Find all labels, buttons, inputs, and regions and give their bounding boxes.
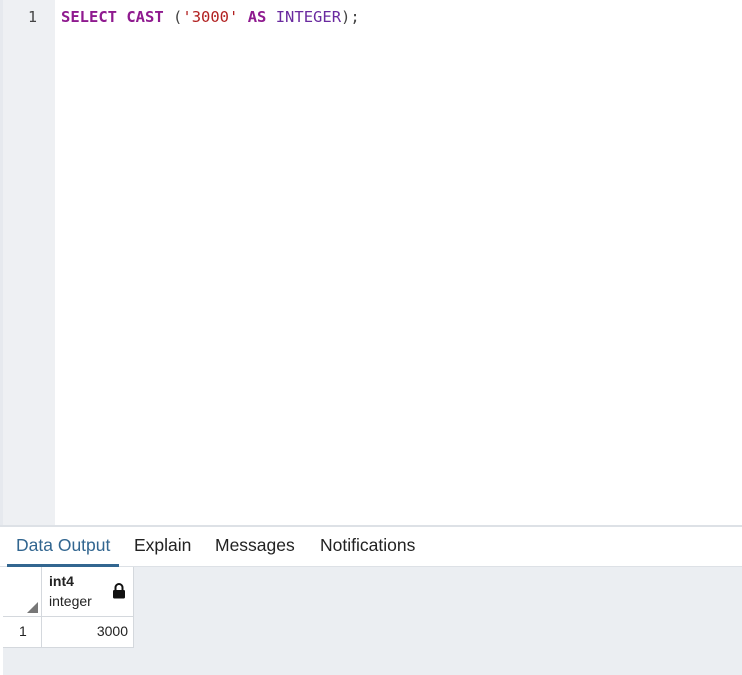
lock-icon: [113, 583, 125, 599]
type-name: INTEGER: [275, 8, 342, 26]
cell-value: 3000: [96, 623, 128, 639]
tab-data-output[interactable]: Data Output: [7, 527, 120, 567]
column-name: int4: [49, 573, 74, 589]
row-number-cell[interactable]: 1: [3, 617, 42, 648]
column-header[interactable]: int4 integer: [42, 567, 134, 617]
select-all-corner[interactable]: [3, 567, 42, 617]
data-output-grid: int4 integer 1 3000: [3, 567, 742, 675]
table-cell[interactable]: 3000: [42, 617, 134, 648]
row-number: 1: [19, 623, 27, 639]
line-number-gutter: 1: [3, 0, 55, 525]
keyword-as: AS: [247, 8, 267, 26]
tab-messages[interactable]: Messages: [206, 527, 304, 564]
tab-notifications[interactable]: Notifications: [311, 527, 424, 564]
keyword-cast: CAST: [126, 8, 164, 26]
sql-editor[interactable]: 1 SELECT CAST ('3000' AS INTEGER);: [0, 0, 742, 525]
string-literal: '3000': [182, 8, 239, 26]
open-paren: (: [173, 8, 183, 26]
keyword-select: SELECT: [61, 8, 117, 26]
query-tool: 1 SELECT CAST ('3000' AS INTEGER); Data …: [0, 0, 742, 675]
column-type: integer: [49, 593, 92, 609]
corner-triangle-icon: [27, 602, 38, 613]
code-line[interactable]: SELECT CAST ('3000' AS INTEGER);: [61, 7, 360, 27]
tab-explain[interactable]: Explain: [125, 527, 200, 564]
close-paren-semicolon: );: [341, 8, 360, 26]
line-number: 1: [27, 8, 37, 26]
result-tabs: Data Output Explain Messages Notificatio…: [0, 527, 742, 567]
